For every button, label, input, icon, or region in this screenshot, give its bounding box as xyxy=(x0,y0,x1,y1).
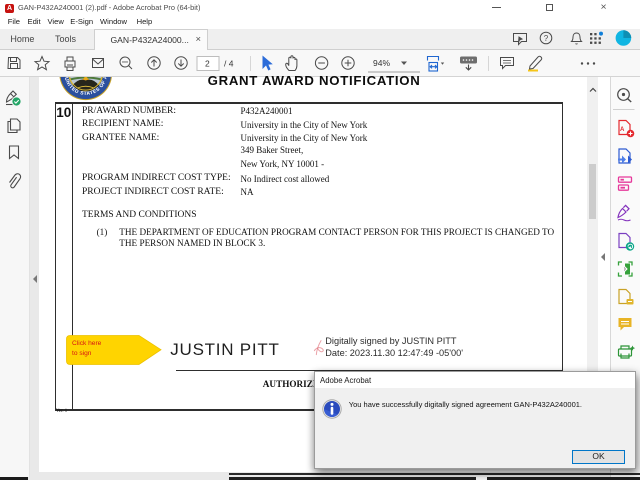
svg-text:Click here: Click here xyxy=(72,340,102,347)
svg-text:/ 4: / 4 xyxy=(224,59,234,69)
svg-text:2: 2 xyxy=(205,59,210,69)
svg-text:A: A xyxy=(620,127,625,133)
svg-text:?: ? xyxy=(544,34,549,43)
svg-text:94%: 94% xyxy=(373,58,390,68)
svg-text:to sign: to sign xyxy=(72,350,92,357)
